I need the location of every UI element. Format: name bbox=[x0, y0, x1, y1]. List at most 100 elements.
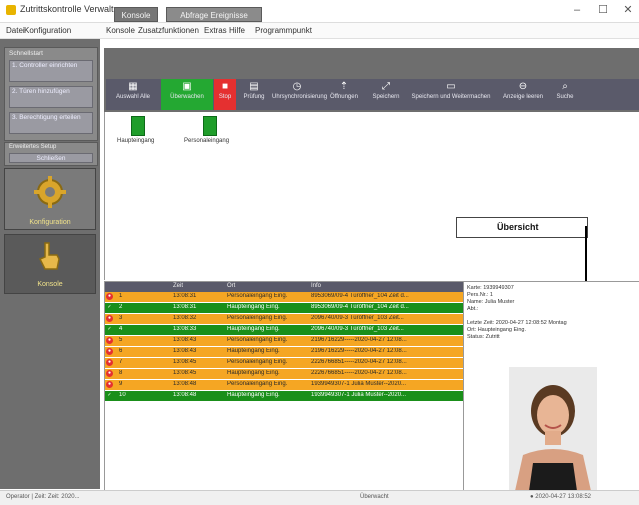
door-icon[interactable] bbox=[203, 116, 217, 136]
gear-icon bbox=[34, 176, 66, 208]
nav-link-permissions[interactable]: 3. Berechtigung erteilen bbox=[9, 112, 93, 134]
close-setup-button[interactable]: Schließen bbox=[9, 153, 93, 163]
config-nav-button[interactable]: Konfiguration bbox=[4, 168, 96, 230]
table-row[interactable]: ● 8 13:08:45 Haupteingang Eing. 2226766851--… bbox=[105, 369, 463, 379]
cell-number: 9 bbox=[119, 381, 123, 387]
clock-sync-button[interactable]: ◷ Uhrsynchronisierung bbox=[272, 79, 327, 110]
tab-event-query[interactable]: Abfrage Ereignisse bbox=[166, 7, 262, 22]
open-door-button[interactable]: ⇡ Öffnungen bbox=[323, 79, 365, 110]
select-all-icon: ▦ bbox=[128, 81, 138, 92]
cell-number: 10 bbox=[119, 392, 126, 398]
cell-time: 13:08:48 bbox=[173, 392, 197, 398]
cell-place: Personaleingang Eing. bbox=[227, 359, 288, 365]
detail-place: Ort: Haupteingang Eing. bbox=[467, 327, 527, 333]
error-status-icon: ● bbox=[106, 381, 113, 388]
detail-card: Karte: 1939949307 bbox=[467, 285, 514, 291]
clear-display-button[interactable]: ⊖ Anzeige leeren bbox=[496, 79, 550, 110]
cell-time: 13:08:31 bbox=[173, 293, 197, 299]
menu-bar: Datei Konfiguration Konsole Zusatzfunkti… bbox=[0, 23, 639, 39]
cell-info: 1939949307-1 Julia Muster--2020... bbox=[311, 381, 407, 387]
select-all-button[interactable]: ▦ Auswahl Alle bbox=[106, 79, 160, 110]
door-label-staff: Personaleingang bbox=[184, 138, 230, 144]
save-button[interactable]: ⤢ Speichern bbox=[366, 79, 406, 110]
cell-place: Haupteingang Eing. bbox=[227, 348, 280, 354]
cell-info: 1939949307-1 Julia Muster--2020... bbox=[311, 392, 407, 398]
cell-time: 13:08:45 bbox=[173, 359, 197, 365]
status-left: Operator | Zeit: Zeit: 2020... bbox=[6, 494, 80, 500]
stop-icon: ■ bbox=[221, 81, 229, 92]
table-row[interactable]: ● 3 13:08:32 Personaleingang Eing. 2096740/0… bbox=[105, 314, 463, 324]
table-row[interactable]: ● 9 13:08:48 Personaleingang Eing. 193994930… bbox=[105, 380, 463, 390]
console-nav-button[interactable]: Konsole bbox=[4, 234, 96, 294]
maximize-icon[interactable]: ☐ bbox=[590, 2, 616, 18]
nav-link-controller[interactable]: 1. Controller einrichten bbox=[9, 60, 93, 82]
cell-place: Haupteingang Eing. bbox=[227, 392, 280, 398]
menu-config[interactable]: Konfiguration bbox=[24, 26, 71, 35]
door-label-main: Haupteingang bbox=[117, 138, 155, 144]
cell-place: Personaleingang Eing. bbox=[227, 293, 288, 299]
hand-pointer-icon bbox=[38, 242, 60, 270]
cell-time: 13:08:43 bbox=[173, 348, 197, 354]
search-button[interactable]: ⌕ Suche bbox=[551, 79, 579, 110]
detail-last-time: Letzte Zeit: 2020-04-27 12:08:52 Montag bbox=[467, 320, 567, 326]
cell-place: Haupteingang Eing. bbox=[227, 370, 280, 376]
table-row[interactable]: ✓ 10 13:08:48 Haupteingang Eing. 1939949307-… bbox=[105, 391, 463, 401]
cell-number: 3 bbox=[119, 315, 123, 321]
table-row[interactable]: ● 5 13:08:43 Personaleingang Eing. 219671622… bbox=[105, 336, 463, 346]
menu-program[interactable]: Programmpunkt bbox=[255, 26, 312, 35]
error-status-icon: ● bbox=[106, 337, 113, 344]
check-button[interactable]: ▤ Prüfung bbox=[237, 79, 271, 110]
cell-info: 2096740/09-3 Türöffner_103 Zeit... bbox=[311, 315, 404, 321]
detail-name: Name: Julia Muster bbox=[467, 299, 515, 305]
cell-number: 8 bbox=[119, 370, 123, 376]
save-continue-button[interactable]: ▭ Speichern und Weitermachen bbox=[407, 79, 495, 110]
menu-console[interactable]: Konsole bbox=[106, 26, 135, 35]
quick-start-panel: Schnellstart 1. Controller einrichten 2.… bbox=[4, 47, 98, 141]
menu-extra-funcs[interactable]: Zusatzfunktionen bbox=[138, 26, 199, 35]
cell-number: 4 bbox=[119, 326, 123, 332]
menu-tools[interactable]: Extras bbox=[204, 26, 227, 35]
table-row[interactable]: ✓ 2 13:08:31 Haupteingang Eing. 8953069/09-4… bbox=[105, 303, 463, 313]
table-row[interactable]: ● 1 13:08:31 Personaleingang Eing. 8953069/0… bbox=[105, 292, 463, 302]
cell-number: 5 bbox=[119, 337, 123, 343]
close-icon[interactable]: ✕ bbox=[615, 2, 639, 18]
cell-number: 6 bbox=[119, 348, 123, 354]
cell-number: 7 bbox=[119, 359, 123, 365]
window-title: Zutrittskontrolle Verwaltung bbox=[20, 4, 129, 14]
stop-button[interactable]: ■ Stop bbox=[214, 79, 236, 110]
event-table: Zeit Ort Info ● 1 13:08:31 Personaleingang … bbox=[104, 281, 464, 492]
cell-time: 13:08:48 bbox=[173, 381, 197, 387]
cell-number: 1 bbox=[119, 293, 123, 299]
table-row[interactable]: ✓ 4 13:08:33 Haupteingang Eing. 2096740/09-3… bbox=[105, 325, 463, 335]
cell-time: 13:08:31 bbox=[173, 304, 197, 310]
app-icon bbox=[6, 5, 16, 15]
open-door-icon: ⇡ bbox=[339, 81, 349, 92]
error-status-icon: ● bbox=[106, 370, 113, 377]
clock-icon: ◷ bbox=[292, 81, 302, 92]
nav-link-doors[interactable]: 2. Türen hinzufügen bbox=[9, 86, 93, 108]
minimize-icon[interactable]: – bbox=[564, 2, 590, 18]
status-bar: Operator | Zeit: Zeit: 2020... Überwacht… bbox=[0, 490, 639, 505]
door-workspace: Haupteingang Personaleingang bbox=[104, 112, 639, 280]
header-time: Zeit bbox=[173, 283, 184, 289]
tab-console[interactable]: Konsole bbox=[114, 7, 158, 22]
cell-time: 13:08:32 bbox=[173, 315, 197, 321]
cell-place: Haupteingang Eing. bbox=[227, 326, 280, 332]
header-place: Ort bbox=[227, 283, 236, 289]
door-icon[interactable] bbox=[131, 116, 145, 136]
menu-help[interactable]: Hilfe bbox=[229, 26, 245, 35]
config-nav-label: Konfiguration bbox=[29, 219, 71, 226]
action-toolbar: ▦ Auswahl Alle ▣ Überwachen ■ Stop ▤ Prüfung… bbox=[106, 79, 639, 110]
error-status-icon: ● bbox=[106, 348, 113, 355]
detail-dept: Abt.: bbox=[467, 306, 479, 312]
table-row[interactable]: ● 6 13:08:43 Haupteingang Eing. 2196716229--… bbox=[105, 347, 463, 357]
check-status-icon: ✓ bbox=[107, 392, 112, 398]
cell-info: 8953069/09-4 Türöffner_104 Zeit d... bbox=[311, 304, 409, 310]
cell-info: 2226766851-----2020-04-27 12:08... bbox=[311, 370, 407, 376]
error-status-icon: ● bbox=[106, 315, 113, 322]
monitor-button[interactable]: ▣ Überwachen bbox=[161, 79, 213, 110]
menu-file[interactable]: Datei bbox=[6, 26, 25, 35]
quick-start-title: Schnellstart bbox=[9, 50, 43, 57]
table-row[interactable]: ● 7 13:08:45 Personaleingang Eing. 222676685… bbox=[105, 358, 463, 368]
cell-info: 2196716229-----2020-04-27 12:08... bbox=[311, 337, 407, 343]
